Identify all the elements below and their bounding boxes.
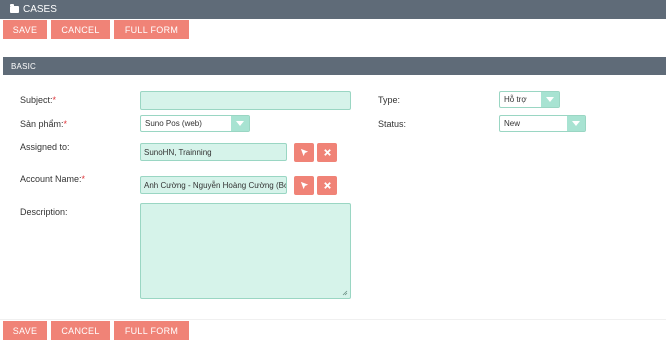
- assigned-to-clear-button[interactable]: [317, 143, 337, 162]
- close-icon: [323, 149, 331, 156]
- san-pham-label-text: Sản phẩm:: [20, 119, 64, 129]
- description-textarea[interactable]: [140, 203, 351, 299]
- san-pham-select[interactable]: Suno Pos (web): [140, 115, 250, 132]
- cancel-button[interactable]: CANCEL: [51, 20, 110, 39]
- save-button[interactable]: SAVE: [3, 321, 47, 340]
- chevron-down-icon: [567, 116, 585, 131]
- description-label: Description:: [20, 207, 68, 217]
- required-mark: *: [63, 119, 68, 129]
- close-icon: [323, 182, 331, 189]
- type-selected-value: Hỗ trợ: [504, 95, 527, 104]
- assigned-to-select-button[interactable]: [294, 143, 314, 162]
- module-title-bar: CASES: [0, 0, 666, 19]
- folder-icon: [10, 4, 19, 13]
- bottom-action-bar: SAVE CANCEL FULL FORM: [0, 321, 666, 341]
- assigned-to-label: Assigned to:: [20, 142, 70, 152]
- type-label: Type:: [378, 95, 401, 105]
- section-title: BASIC: [11, 61, 37, 71]
- full-form-button[interactable]: FULL FORM: [114, 321, 189, 340]
- account-name-input[interactable]: Anh Cường - Nguyễn Hoàng Cường (Bơ: [140, 176, 287, 194]
- divider: [0, 319, 666, 320]
- account-name-label-text: Account Name:: [20, 174, 82, 184]
- type-select[interactable]: Hỗ trợ: [499, 91, 560, 108]
- subject-label: Subject:*: [20, 95, 56, 105]
- required-mark: *: [81, 174, 86, 184]
- cursor-select-icon: [300, 181, 308, 190]
- section-header: BASIC: [3, 57, 666, 75]
- save-button[interactable]: SAVE: [3, 20, 47, 39]
- top-action-bar: SAVE CANCEL FULL FORM: [0, 20, 666, 40]
- resize-grip-icon[interactable]: [342, 290, 348, 296]
- module-title: CASES: [23, 4, 57, 15]
- san-pham-selected-value: Suno Pos (web): [145, 119, 202, 128]
- chevron-down-icon: [231, 116, 249, 131]
- account-name-label: Account Name:*: [20, 174, 85, 184]
- cursor-select-icon: [300, 148, 308, 157]
- account-name-select-button[interactable]: [294, 176, 314, 195]
- account-name-clear-button[interactable]: [317, 176, 337, 195]
- assigned-to-input[interactable]: SunoHN, Trainning: [140, 143, 287, 161]
- status-select[interactable]: New: [499, 115, 586, 132]
- subject-input[interactable]: [140, 91, 351, 110]
- status-label: Status:: [378, 119, 407, 129]
- chevron-down-icon: [541, 92, 559, 107]
- san-pham-label: Sản phẩm:*: [20, 119, 67, 129]
- cancel-button[interactable]: CANCEL: [51, 321, 110, 340]
- status-selected-value: New: [504, 119, 521, 128]
- required-mark: *: [52, 95, 57, 105]
- subject-label-text: Subject:: [20, 95, 53, 105]
- full-form-button[interactable]: FULL FORM: [114, 20, 189, 39]
